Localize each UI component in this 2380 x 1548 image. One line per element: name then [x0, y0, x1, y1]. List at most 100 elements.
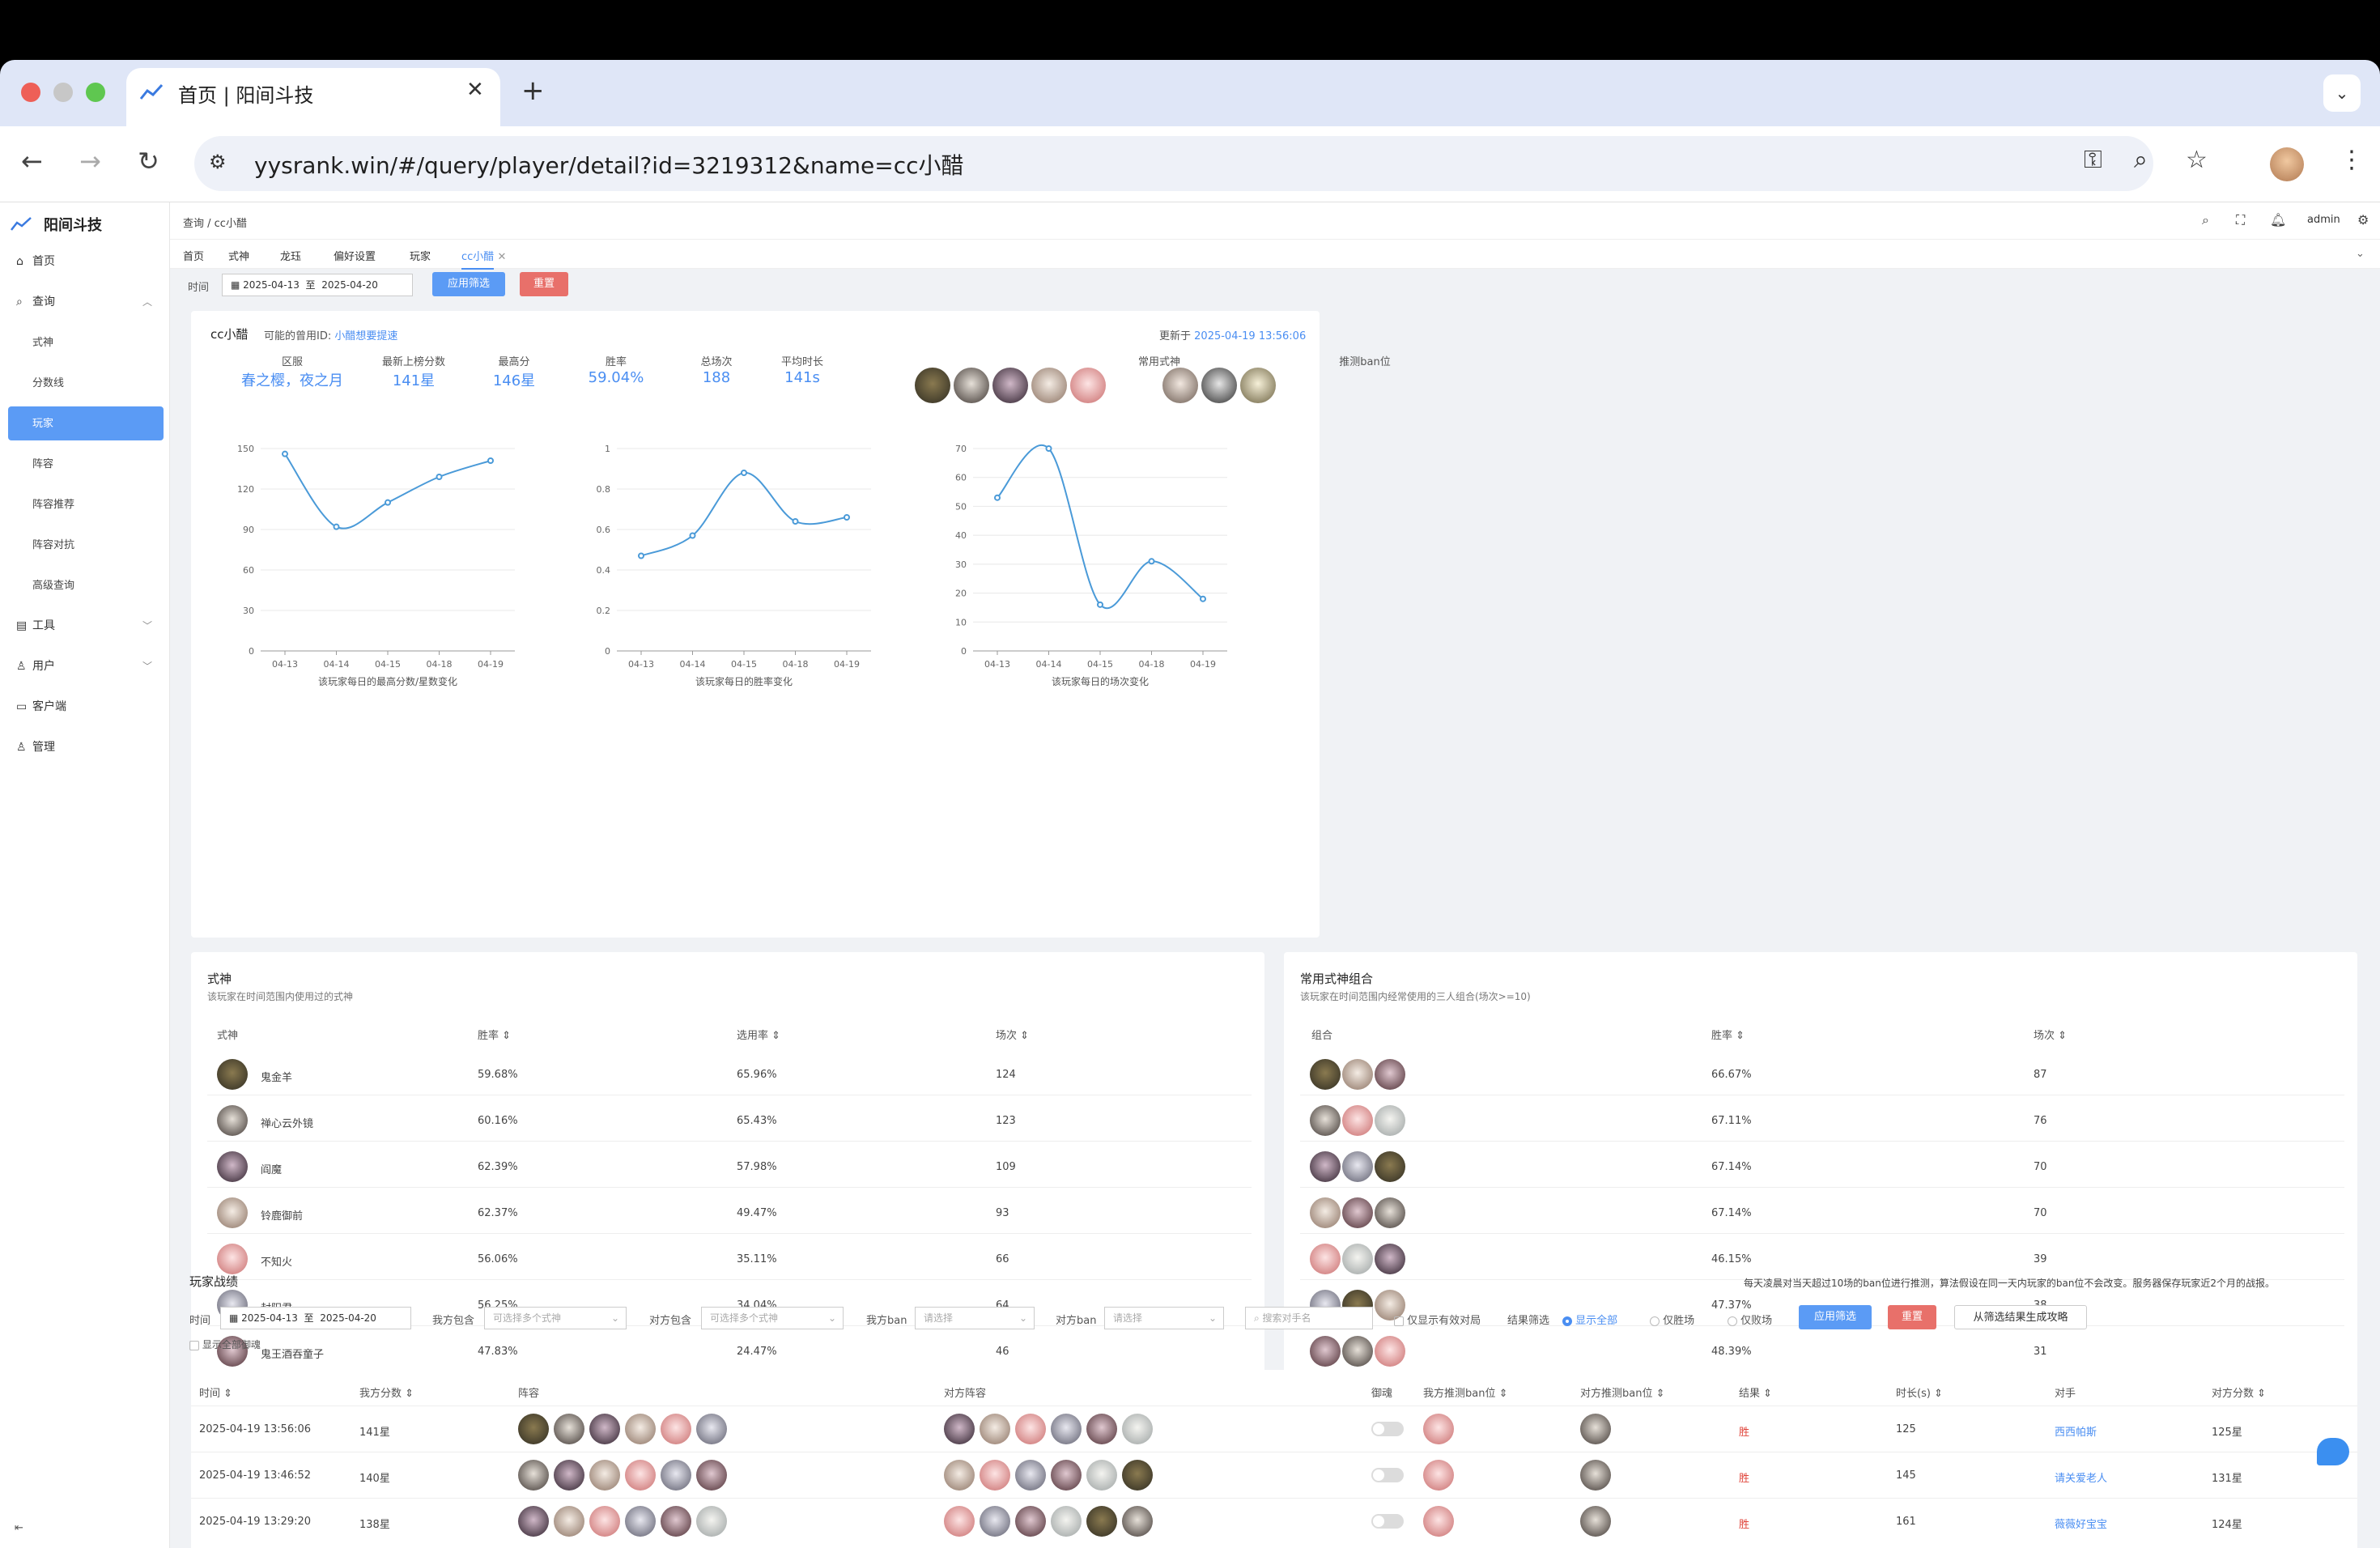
col-result[interactable]: 结果 ⇕ [1739, 1384, 1772, 1400]
close-window-button[interactable] [21, 83, 40, 102]
more-menu-icon[interactable]: ⋮ [2340, 146, 2364, 174]
new-tab-button[interactable]: + [521, 74, 545, 107]
fullscreen-icon[interactable]: ⛶ [2236, 212, 2245, 228]
forward-icon[interactable]: → [79, 146, 101, 176]
shikigami-avatar[interactable] [217, 1197, 248, 1228]
data-point[interactable] [844, 514, 850, 521]
maximize-window-button[interactable] [86, 83, 105, 102]
shikigami-avatar[interactable] [944, 1460, 975, 1491]
shikigami-avatar[interactable] [980, 1506, 1010, 1537]
mitama-toggle[interactable] [1371, 1468, 1404, 1482]
mitama-toggle[interactable] [1371, 1422, 1404, 1436]
data-point[interactable] [638, 552, 644, 559]
shikigami-avatar[interactable] [1310, 1105, 1341, 1136]
mine-select[interactable]: 可选择多个式神 ⌄ [484, 1307, 627, 1329]
nav-sub-team-versus[interactable]: 阵容对抗 [32, 536, 74, 551]
opp-select[interactable]: 可选择多个式神 ⌄ [701, 1307, 844, 1329]
search-icon[interactable]: ⌕ [2202, 212, 2209, 228]
col-combo-matches[interactable]: 场次 ⇕ [2034, 1027, 2067, 1042]
shikigami-avatar[interactable] [589, 1414, 620, 1444]
shikigami-avatar[interactable] [915, 368, 950, 403]
shikigami-avatar[interactable] [1342, 1105, 1373, 1136]
show-all-mitama-checkbox[interactable]: 显示全部御魂 [189, 1337, 261, 1351]
shikigami-avatar[interactable] [1342, 1336, 1373, 1367]
minimize-window-button[interactable] [53, 83, 73, 102]
shikigami-avatar[interactable] [518, 1460, 549, 1491]
shikigami-avatar[interactable] [1375, 1105, 1405, 1136]
nav-user[interactable]: ♙ 用户 [16, 657, 55, 674]
shikigami-avatar[interactable] [1310, 1059, 1341, 1090]
tags-dropdown-icon[interactable]: ⌄ [2356, 248, 2365, 260]
shikigami-avatar[interactable] [1375, 1197, 1405, 1228]
key-icon[interactable]: ⚿ [2084, 146, 2102, 174]
battles-apply-button[interactable]: 应用筛选 [1799, 1305, 1872, 1329]
battles-date-picker[interactable]: ▦ 2025-04-13 至 2025-04-20 [220, 1307, 411, 1329]
shikigami-avatar[interactable] [1051, 1460, 1082, 1491]
shikigami-avatar[interactable] [1310, 1336, 1341, 1367]
col-matches[interactable]: 场次 ⇕ [996, 1027, 1029, 1042]
bell-icon[interactable]: 🔔︎ [2270, 212, 2286, 228]
shikigami-avatar[interactable] [1310, 1197, 1341, 1228]
zoom-icon[interactable]: ⌕ [2134, 146, 2148, 174]
shikigami-avatar[interactable] [1342, 1244, 1373, 1274]
radio-win[interactable]: 仅胜场 [1650, 1312, 1694, 1327]
ban-avatar[interactable] [1240, 368, 1276, 403]
data-point[interactable] [741, 470, 747, 476]
ban-avatar[interactable] [1162, 368, 1198, 403]
nav-admin[interactable]: ♙ 管理 [16, 738, 55, 755]
url-text[interactable]: yysrank.win/#/query/player/detail?id=321… [254, 148, 964, 181]
shikigami-avatar[interactable] [589, 1506, 620, 1537]
shikigami-avatar[interactable] [217, 1244, 248, 1274]
myban-select[interactable]: 请选择 ⌄ [915, 1307, 1035, 1329]
reset-button[interactable]: 重置 [520, 272, 568, 296]
col-pickrate[interactable]: 选用率 ⇕ [737, 1027, 780, 1042]
nav-sub-shikigami[interactable]: 式神 [32, 334, 53, 349]
close-tab-icon[interactable]: ✕ [466, 78, 484, 102]
data-point[interactable] [436, 474, 443, 480]
nav-sub-team[interactable]: 阵容 [32, 455, 53, 470]
col-opp-score[interactable]: 对方分数 ⇕ [2212, 1384, 2266, 1400]
data-point[interactable] [1097, 601, 1103, 608]
chevron-down-icon[interactable]: ﹀ [142, 619, 152, 632]
data-point[interactable] [1148, 558, 1155, 565]
shikigami-avatar[interactable] [217, 1105, 248, 1136]
site-info-icon[interactable]: ⚙ [209, 151, 227, 173]
close-tag-icon[interactable]: ✕ [497, 251, 506, 263]
shikigami-avatar[interactable] [1580, 1414, 1611, 1444]
data-point[interactable] [1045, 445, 1052, 452]
data-point[interactable] [689, 532, 696, 539]
shikigami-avatar[interactable] [661, 1506, 691, 1537]
battle-opponent-link[interactable]: 薇薇好宝宝 [2055, 1516, 2107, 1531]
shikigami-avatar[interactable] [1031, 368, 1067, 403]
shikigami-avatar[interactable] [1375, 1336, 1405, 1367]
data-point[interactable] [282, 450, 288, 457]
shikigami-avatar[interactable] [1310, 1244, 1341, 1274]
nav-query[interactable]: ⌕ 查询 [16, 293, 55, 309]
col-time[interactable]: 时间 ⇕ [199, 1384, 232, 1400]
apply-filter-button[interactable]: 应用筛选 [432, 272, 505, 296]
tag-cc[interactable]: cc小醋 ✕ [461, 248, 506, 270]
shikigami-avatar[interactable] [980, 1460, 1010, 1491]
shikigami-avatar[interactable] [217, 1059, 248, 1090]
collapse-sidebar-icon[interactable]: ⇤ [15, 1522, 23, 1534]
battle-opponent-link[interactable]: 请关爱老人 [2055, 1469, 2107, 1485]
chat-bubble-icon[interactable] [2317, 1438, 2349, 1465]
shikigami-avatar[interactable] [1342, 1151, 1373, 1182]
shikigami-avatar[interactable] [1375, 1059, 1405, 1090]
shikigami-avatar[interactable] [696, 1506, 727, 1537]
shikigami-avatar[interactable] [1051, 1414, 1082, 1444]
shikigami-avatar[interactable] [980, 1414, 1010, 1444]
shikigami-avatar[interactable] [1423, 1460, 1454, 1491]
settings-icon[interactable]: ⚙ [2357, 212, 2369, 228]
shikigami-avatar[interactable] [1015, 1414, 1046, 1444]
shikigami-avatar[interactable] [1310, 1151, 1341, 1182]
col-my-score[interactable]: 我方分数 ⇕ [359, 1384, 414, 1400]
shikigami-avatar[interactable] [1122, 1460, 1153, 1491]
shikigami-avatar[interactable] [1375, 1151, 1405, 1182]
col-winrate[interactable]: 胜率 ⇕ [478, 1027, 511, 1042]
shikigami-avatar[interactable] [1051, 1506, 1082, 1537]
shikigami-avatar[interactable] [1122, 1414, 1153, 1444]
shikigami-avatar[interactable] [518, 1506, 549, 1537]
generate-guide-button[interactable]: 从筛选结果生成攻略 [1954, 1305, 2087, 1329]
radio-all[interactable]: 显示全部 [1562, 1312, 1617, 1327]
